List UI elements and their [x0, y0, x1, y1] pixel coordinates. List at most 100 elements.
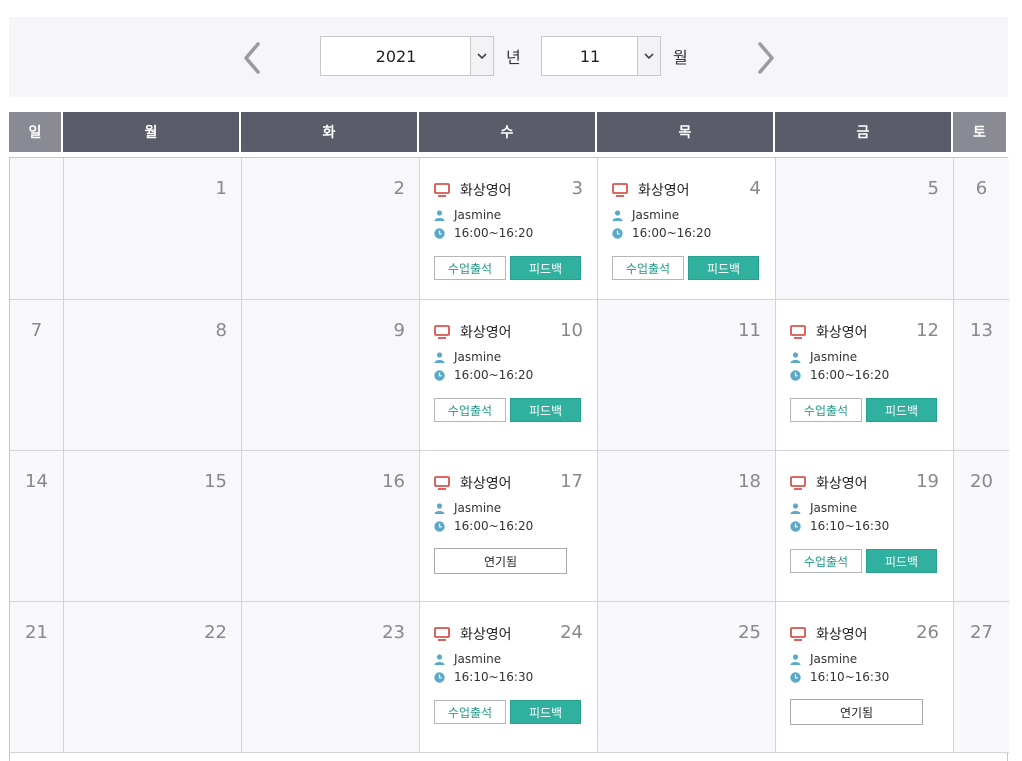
event-teacher: Jasmine [790, 652, 857, 666]
event-title-label: 화상영어 [460, 183, 512, 199]
person-icon [790, 653, 801, 665]
person-icon [434, 209, 445, 221]
day-number: 9 [393, 320, 405, 341]
event-time: 16:10~16:30 [434, 670, 533, 684]
chevron-right-icon [758, 42, 774, 74]
event-title-label: 화상영어 [816, 627, 868, 643]
attendance-button[interactable]: 수업출석 [434, 256, 506, 280]
time-range: 16:00~16:20 [810, 368, 890, 382]
calendar-day-cell: 1 [64, 158, 242, 300]
next-month-button[interactable] [754, 40, 778, 76]
day-number: 4 [749, 178, 761, 199]
feedback-button[interactable]: 피드백 [510, 256, 581, 280]
event-title[interactable]: 화상영어 [434, 322, 512, 342]
feedback-button[interactable]: 피드백 [510, 398, 581, 422]
day-number: 22 [204, 622, 227, 643]
event-title[interactable]: 화상영어 [434, 473, 512, 493]
day-number: 24 [560, 622, 583, 643]
time-range: 16:10~16:30 [810, 670, 890, 684]
monitor-icon [790, 325, 806, 339]
year-select[interactable]: 2021 [320, 36, 494, 76]
event-title[interactable]: 화상영어 [434, 180, 512, 200]
calendar-day-cell: 5 [776, 158, 954, 300]
calendar-day-cell: 12 화상영어 Jasmine 16:00~16:20 수업출석 피드백 [776, 300, 954, 451]
event-title[interactable]: 화상영어 [612, 180, 690, 200]
day-number: 12 [916, 320, 939, 341]
calendar-day-cell: 24 화상영어 Jasmine 16:10~16:30 수업출석 피드백 [420, 602, 598, 753]
calendar-day-cell: 11 [598, 300, 776, 451]
teacher-name: Jasmine [454, 652, 502, 666]
time-range: 16:00~16:20 [454, 226, 534, 240]
event-title-label: 화상영어 [460, 476, 512, 492]
chevron-down-icon [637, 37, 660, 75]
monitor-icon [434, 627, 450, 641]
day-number: 5 [927, 178, 939, 199]
clock-icon [434, 227, 445, 239]
event-title[interactable]: 화상영어 [790, 473, 868, 493]
chevron-down-icon [470, 37, 493, 75]
monitor-icon [434, 476, 450, 490]
calendar-day-cell: 2 [242, 158, 420, 300]
event-time: 16:00~16:20 [790, 368, 889, 382]
clock-icon [790, 520, 801, 532]
time-range: 16:00~16:20 [632, 226, 712, 240]
person-icon [790, 351, 801, 363]
prev-month-button[interactable] [240, 40, 264, 76]
attendance-button[interactable]: 수업출석 [790, 398, 862, 422]
attendance-button[interactable]: 수업출석 [612, 256, 684, 280]
day-number: 15 [204, 471, 227, 492]
event-teacher: Jasmine [790, 350, 857, 364]
feedback-button[interactable]: 피드백 [688, 256, 759, 280]
monitor-icon [434, 183, 450, 197]
attendance-button[interactable]: 수업출석 [434, 700, 506, 724]
day-number: 7 [30, 320, 43, 341]
weekday-header-0: 일 [9, 112, 61, 152]
day-number: 10 [560, 320, 583, 341]
month-unit-label: 월 [673, 48, 688, 67]
person-icon [612, 209, 623, 221]
event-title[interactable]: 화상영어 [790, 322, 868, 342]
teacher-name: Jasmine [454, 501, 502, 515]
calendar-day-cell: 15 [64, 451, 242, 602]
day-number: 3 [571, 178, 583, 199]
day-number: 23 [382, 622, 405, 643]
event-title[interactable]: 화상영어 [790, 624, 868, 644]
event-time: 16:10~16:30 [790, 670, 889, 684]
event-teacher: Jasmine [612, 208, 679, 222]
weekday-header-2: 화 [241, 112, 417, 152]
event-title-label: 화상영어 [638, 183, 690, 199]
month-select[interactable]: 11 [541, 36, 661, 76]
day-number: 27 [970, 622, 993, 643]
teacher-name: Jasmine [810, 501, 858, 515]
event-teacher: Jasmine [790, 501, 857, 515]
monitor-icon [790, 476, 806, 490]
time-range: 16:10~16:30 [454, 670, 534, 684]
postponed-button[interactable]: 연기됨 [790, 699, 923, 725]
weekday-header-5: 금 [775, 112, 951, 152]
attendance-button[interactable]: 수업출석 [434, 398, 506, 422]
feedback-button[interactable]: 피드백 [866, 398, 937, 422]
feedback-button[interactable]: 피드백 [866, 549, 937, 573]
clock-icon [434, 369, 445, 381]
calendar-day-cell: 6 [954, 158, 1009, 300]
calendar-day-cell: 16 [242, 451, 420, 602]
monitor-icon [434, 325, 450, 339]
teacher-name: Jasmine [454, 208, 502, 222]
person-icon [434, 351, 445, 363]
attendance-button[interactable]: 수업출석 [790, 549, 862, 573]
calendar-day-cell: 18 [598, 451, 776, 602]
teacher-name: Jasmine [454, 350, 502, 364]
clock-icon [612, 227, 623, 239]
time-range: 16:00~16:20 [454, 368, 534, 382]
day-number: 1 [215, 178, 227, 199]
person-icon [434, 502, 445, 514]
day-number: 16 [382, 471, 405, 492]
weekday-header-4: 목 [597, 112, 773, 152]
person-icon [434, 653, 445, 665]
event-title-label: 화상영어 [460, 325, 512, 341]
feedback-button[interactable]: 피드백 [510, 700, 581, 724]
event-title[interactable]: 화상영어 [434, 624, 512, 644]
day-number: 6 [975, 178, 988, 199]
postponed-button[interactable]: 연기됨 [434, 548, 567, 574]
calendar-day-cell: 17 화상영어 Jasmine 16:00~16:20 연기됨 [420, 451, 598, 602]
